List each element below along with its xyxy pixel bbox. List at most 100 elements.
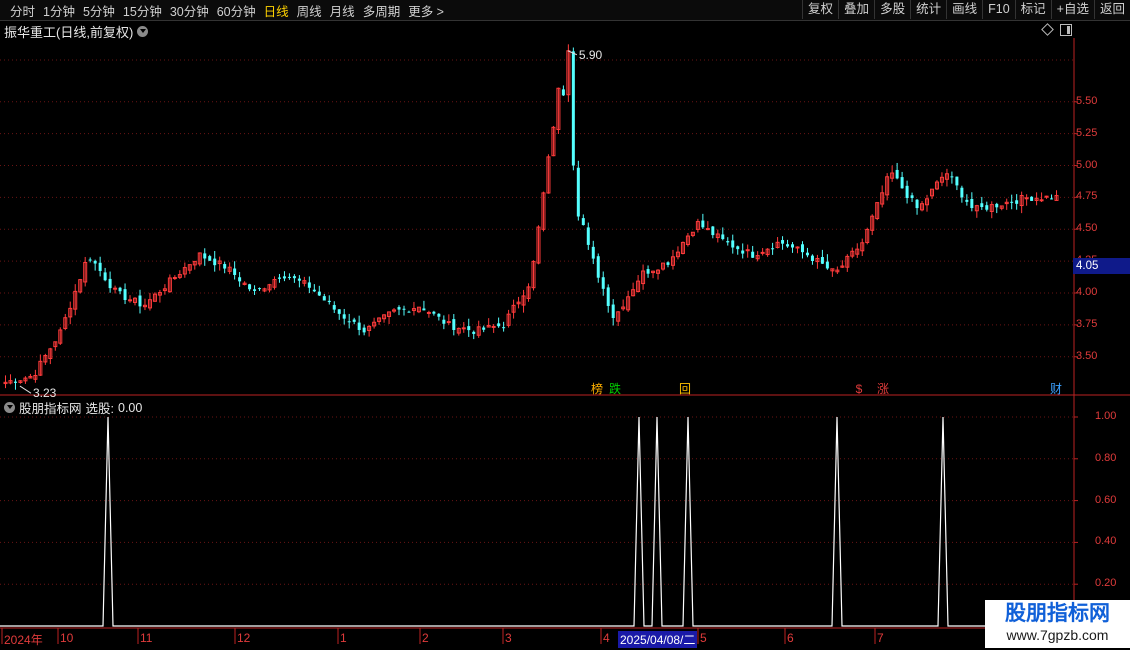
candle-body: [1039, 199, 1044, 202]
candle-body: [711, 226, 715, 236]
current-price-tag: 4.05: [1073, 258, 1130, 274]
candle-body: [960, 187, 964, 198]
candle-body: [442, 319, 446, 324]
date-label: 12: [237, 631, 251, 645]
candle-body: [108, 278, 112, 289]
event-marker[interactable]: 财: [1049, 382, 1063, 396]
candle-body: [1024, 197, 1029, 200]
candle-body: [347, 321, 351, 323]
event-marker[interactable]: 跌: [608, 382, 622, 396]
candle-body: [810, 255, 814, 262]
high-price-label: 5.90: [579, 48, 603, 62]
indicator-tick-label: 0.80: [1095, 451, 1117, 464]
candle-body: [751, 251, 755, 258]
event-marker[interactable]: $: [852, 382, 866, 396]
indicator-label: 选股:: [85, 402, 114, 416]
candle-body: [950, 176, 954, 178]
candle-body: [123, 289, 127, 301]
candle-body: [113, 287, 118, 290]
candle-body: [736, 246, 740, 250]
candle-body: [352, 319, 356, 322]
price-tick-label: 5.25: [1076, 126, 1098, 139]
candle-body: [905, 185, 909, 198]
candle-body: [446, 321, 451, 324]
event-marker[interactable]: 涨: [876, 382, 890, 396]
candle-body: [606, 287, 610, 306]
candle-body: [93, 260, 97, 264]
chevron-down-icon[interactable]: [4, 402, 15, 413]
candle-body: [571, 51, 575, 166]
indicator-name: 股朋指标网: [19, 402, 82, 416]
candle-body: [103, 272, 107, 281]
candle-body: [596, 256, 600, 278]
watermark-title: 股朋指标网: [1005, 602, 1110, 625]
price-tick-label: 3.75: [1076, 317, 1098, 330]
candle-body: [910, 195, 914, 198]
candle-body: [1030, 196, 1034, 201]
candle-body: [760, 251, 765, 254]
candle-body: [223, 264, 227, 269]
candle-body: [277, 277, 281, 279]
candle-body: [213, 258, 217, 266]
candle-body: [895, 169, 899, 179]
candle-body: [461, 327, 466, 330]
kline-chart[interactable]: 5.903.23: [0, 0, 1130, 650]
candle-body: [1050, 198, 1054, 200]
indicator-tick-label: 0.60: [1095, 493, 1117, 506]
candle-body: [1015, 200, 1019, 204]
candle-body: [432, 311, 436, 314]
price-tick-label: 4.00: [1076, 286, 1098, 298]
date-label: 11: [140, 631, 153, 645]
date-label: 6: [787, 631, 794, 645]
candle-body: [327, 300, 331, 303]
candle-body: [825, 261, 829, 269]
date-label: 10: [60, 631, 74, 645]
event-marker[interactable]: 回: [678, 382, 692, 396]
price-tick-label: 4.50: [1076, 222, 1098, 235]
candle-body: [482, 327, 486, 330]
candle-body: [208, 256, 212, 261]
candle-body: [502, 327, 506, 329]
candle-body: [741, 250, 745, 254]
candle-body: [297, 278, 301, 281]
candle-body: [726, 241, 730, 243]
candle-body: [317, 291, 321, 296]
date-label: 2: [422, 631, 429, 645]
candle-body: [98, 262, 102, 271]
indicator-value: 0.00: [118, 400, 143, 415]
candle-body: [467, 326, 471, 331]
price-tick-label: 4.75: [1076, 190, 1098, 203]
candle-body: [795, 246, 800, 249]
candle-body: [701, 220, 705, 228]
candle-body: [576, 167, 580, 217]
date-label: 5: [700, 631, 707, 645]
candle-body: [800, 244, 804, 253]
candle-body: [282, 276, 286, 279]
candle-body: [292, 276, 296, 279]
candle-body: [786, 244, 790, 247]
price-tick-label: 3.50: [1076, 349, 1098, 362]
candle-body: [88, 259, 92, 261]
candle-body: [203, 253, 207, 259]
candle-body: [258, 288, 262, 290]
candle-body: [337, 309, 341, 314]
candle-body: [407, 311, 411, 313]
candle-body: [238, 277, 242, 282]
indicator-tick-label: 1.00: [1095, 410, 1117, 422]
candle-body: [745, 249, 750, 252]
event-marker[interactable]: 榜: [590, 382, 604, 396]
indicator-tick-label: 0.40: [1095, 535, 1117, 548]
watermark: 股朋指标网 www.7gpzb.com: [985, 600, 1130, 648]
candle-body: [666, 262, 670, 265]
candle-body: [491, 325, 496, 328]
candle-body: [248, 284, 252, 290]
candle-body: [472, 331, 476, 334]
candle-body: [721, 234, 725, 240]
candle-body: [357, 322, 361, 330]
candle-body: [995, 203, 999, 208]
candle-body: [970, 198, 974, 209]
date-label: 3: [505, 631, 512, 645]
indicator-title-row: 股朋指标网 选股: 0.00: [4, 398, 142, 417]
candle-body: [646, 269, 650, 274]
candle-body: [287, 276, 291, 278]
